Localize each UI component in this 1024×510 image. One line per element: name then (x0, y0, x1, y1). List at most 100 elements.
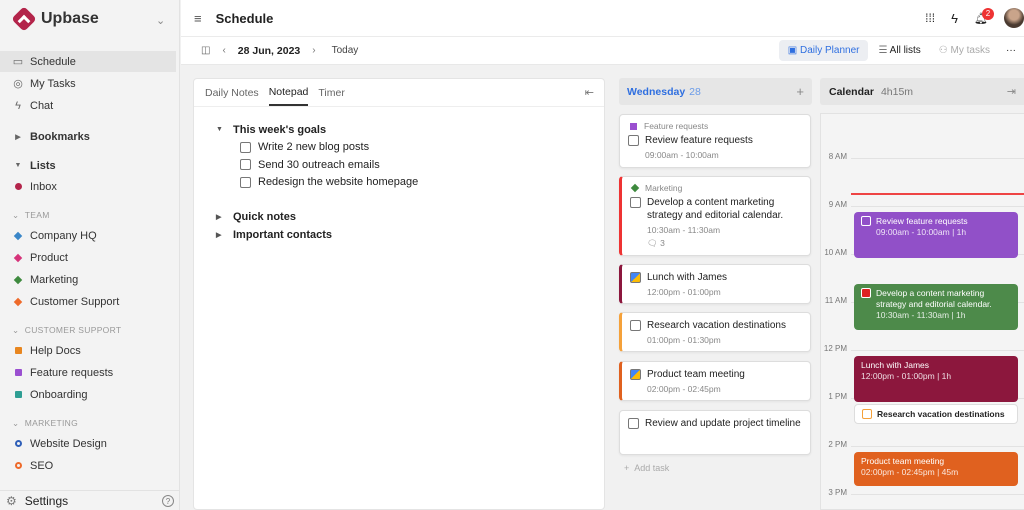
sidebar-item-list[interactable]: Help Docs (0, 340, 176, 361)
calendar-event[interactable]: Research vacation destinations (854, 404, 1018, 424)
all-lists-button[interactable]: ☰ All lists (878, 45, 920, 56)
current-date: 28 Jun, 2023 (237, 44, 301, 57)
task-time: 01:00pm - 01:30pm (647, 335, 721, 345)
group-label: MARKETING (24, 418, 78, 428)
sidebar-item-list[interactable]: SEO (0, 455, 176, 476)
group-header[interactable]: ⌄ MARKETING (12, 418, 78, 429)
task-checkbox[interactable] (630, 320, 641, 331)
avatar[interactable] (1004, 8, 1024, 28)
menu-icon[interactable]: ≡ (194, 11, 202, 26)
sidebar-lists[interactable]: ▼ Lists (0, 155, 176, 176)
checkbox[interactable] (240, 176, 251, 188)
my-tasks-button[interactable]: ⚇ My tasks (939, 45, 990, 56)
task-card[interactable]: Feature requests Review feature requests 0… (619, 114, 811, 168)
task-checkbox[interactable] (628, 135, 639, 146)
task-card[interactable]: Lunch with James 12:00pm - 01:00pm (619, 264, 811, 304)
bolt-icon[interactable]: ϟ (951, 11, 958, 26)
sidebar-item-list[interactable]: Marketing (0, 269, 176, 290)
collapse-panel-icon[interactable]: ⇤ (585, 86, 594, 99)
goals-heading: This week's goals (233, 123, 327, 136)
tab-timer[interactable]: Timer (318, 87, 344, 99)
my-tasks-label: My tasks (950, 45, 990, 56)
quick-notes-heading: Quick notes (233, 210, 296, 223)
prev-day-button[interactable]: ‹ (222, 45, 225, 56)
list-color-icon (630, 122, 637, 130)
goal-item: Send 30 outreach emails (258, 158, 380, 171)
event-title: Product team meeting (861, 456, 945, 466)
user-icon: ⚇ (938, 45, 951, 56)
day-number: 28 (689, 85, 701, 98)
list-color-icon (12, 274, 24, 286)
daily-planner-button[interactable]: ▣ Daily Planner (778, 40, 869, 61)
check-circle-icon: ◎ (13, 78, 23, 90)
day-column-header: Wednesday 28 + (619, 78, 812, 105)
caret-right-icon[interactable]: ▶ (216, 213, 226, 221)
sidebar-item-chat[interactable]: ϟ Chat (0, 95, 176, 116)
caret-right-icon[interactable]: ▶ (216, 231, 226, 239)
hour-label: 9 AM (828, 200, 847, 209)
add-icon[interactable]: + (796, 84, 804, 99)
calendar-event[interactable]: Product team meeting 02:00pm - 02:45pm | … (854, 452, 1018, 486)
caret-down-icon[interactable]: ▼ (216, 126, 226, 133)
goal-item: Redesign the website homepage (258, 176, 419, 189)
app-name: Upbase (41, 10, 99, 27)
notifications-button[interactable]: 🔔︎ 2 (974, 7, 995, 25)
event-checkbox[interactable] (862, 409, 872, 419)
tab-daily-notes[interactable]: Daily Notes (205, 87, 259, 99)
sidebar-toggle-icon[interactable]: ◫ (201, 45, 210, 56)
more-icon[interactable]: ··· (1006, 45, 1016, 56)
group-header[interactable]: ⌄ TEAM (12, 210, 50, 221)
list-color-icon (12, 389, 24, 401)
sidebar-item-list[interactable]: Website Design (0, 433, 176, 454)
task-card[interactable]: Review and update project timeline (619, 410, 811, 455)
event-time: 12:00pm - 01:00pm | 1h (861, 371, 952, 381)
task-card[interactable]: Product team meeting 02:00pm - 02:45pm (619, 361, 811, 401)
next-day-button[interactable]: › (312, 45, 315, 56)
group-header[interactable]: ⌄ CUSTOMER SUPPORT (12, 325, 121, 336)
list-color-icon (12, 345, 24, 357)
list-color-icon (12, 296, 24, 308)
task-card[interactable]: Research vacation destinations 01:00pm - … (619, 312, 811, 352)
add-task-button[interactable]: + Add task (624, 463, 669, 473)
sidebar-bookmarks[interactable]: ▶ Bookmarks (0, 126, 176, 147)
sidebar-item-list[interactable]: Product (0, 247, 176, 268)
calendar-event[interactable]: Review feature requests 09:00am - 10:00am… (854, 212, 1018, 258)
today-button[interactable]: Today (332, 45, 359, 56)
nav-label: Marketing (30, 273, 79, 286)
calendar-event[interactable]: Lunch with James 12:00pm - 01:00pm | 1h (854, 356, 1018, 402)
sidebar-item-my-tasks[interactable]: ◎ My Tasks (0, 73, 176, 94)
sidebar-item-list[interactable]: Customer Support (0, 291, 176, 312)
hour-row: 12 PM (821, 344, 1024, 353)
apps-grid-icon[interactable]: ⁞⁞⁞ (925, 11, 935, 25)
comments-count[interactable]: 🗨︎ 3 (647, 238, 802, 249)
checkbox[interactable] (240, 141, 251, 153)
checkbox[interactable] (240, 159, 251, 171)
sidebar-item-list[interactable]: Onboarding (0, 384, 176, 405)
event-checkbox[interactable] (861, 288, 871, 298)
hour-label: 2 PM (828, 440, 847, 449)
task-title: Product team meeting (647, 369, 745, 380)
day-name: Wednesday (627, 85, 686, 98)
settings-button[interactable]: ⚙ Settings? (0, 490, 180, 510)
nav-label: Company HQ (30, 229, 97, 242)
tab-notepad[interactable]: Notepad (268, 79, 309, 106)
sidebar-item-inbox[interactable]: Inbox (0, 176, 176, 197)
sidebar-item-schedule[interactable]: ▭ Schedule (0, 51, 176, 72)
chevron-down-icon: ⌄ (12, 418, 23, 428)
sidebar-item-list[interactable]: Company HQ (0, 225, 176, 246)
sidebar-item-list[interactable]: Feature requests (0, 362, 176, 383)
event-checkbox[interactable] (861, 216, 871, 226)
help-icon[interactable]: ? (162, 494, 174, 507)
calendar-header: Calendar 4h15m ⇥ (820, 78, 1024, 105)
top-bar: ≡ Schedule ⁞⁞⁞ ϟ 🔔︎ 2 (181, 0, 1024, 37)
calendar-event[interactable]: Develop a content marketing strategy and… (854, 284, 1018, 330)
task-checkbox[interactable] (630, 197, 641, 208)
task-card[interactable]: Marketing Develop a content marketing str… (619, 176, 811, 256)
group-label: CUSTOMER SUPPORT (24, 325, 122, 335)
event-title: Research vacation destinations (877, 409, 1005, 419)
task-checkbox[interactable] (628, 418, 639, 429)
workspace-switcher[interactable]: Upbase (11, 6, 99, 32)
chevron-down-icon[interactable]: ⌄ (156, 14, 165, 27)
list-color-icon (12, 438, 24, 450)
collapse-calendar-icon[interactable]: ⇥ (1007, 85, 1016, 98)
